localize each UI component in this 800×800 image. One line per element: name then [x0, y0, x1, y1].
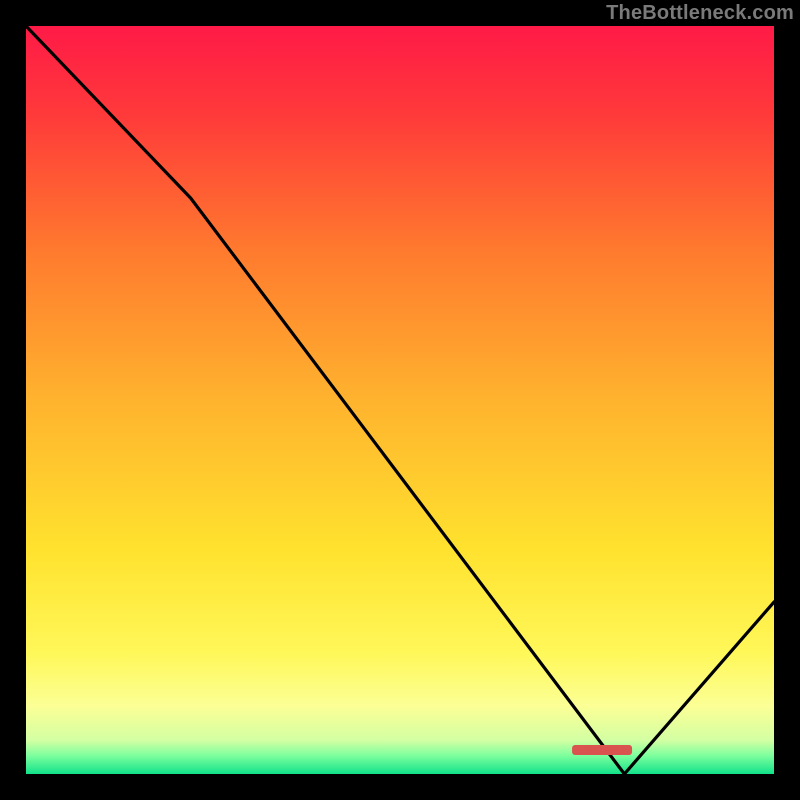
attribution-text: TheBottleneck.com	[606, 2, 794, 25]
plot-area: OPTIMUM	[26, 26, 774, 774]
gradient-background	[26, 26, 774, 774]
chart-frame: TheBottleneck.com OPTIMUM	[0, 0, 800, 800]
optimum-marker: OPTIMUM	[572, 745, 632, 755]
chart-svg	[26, 26, 774, 774]
